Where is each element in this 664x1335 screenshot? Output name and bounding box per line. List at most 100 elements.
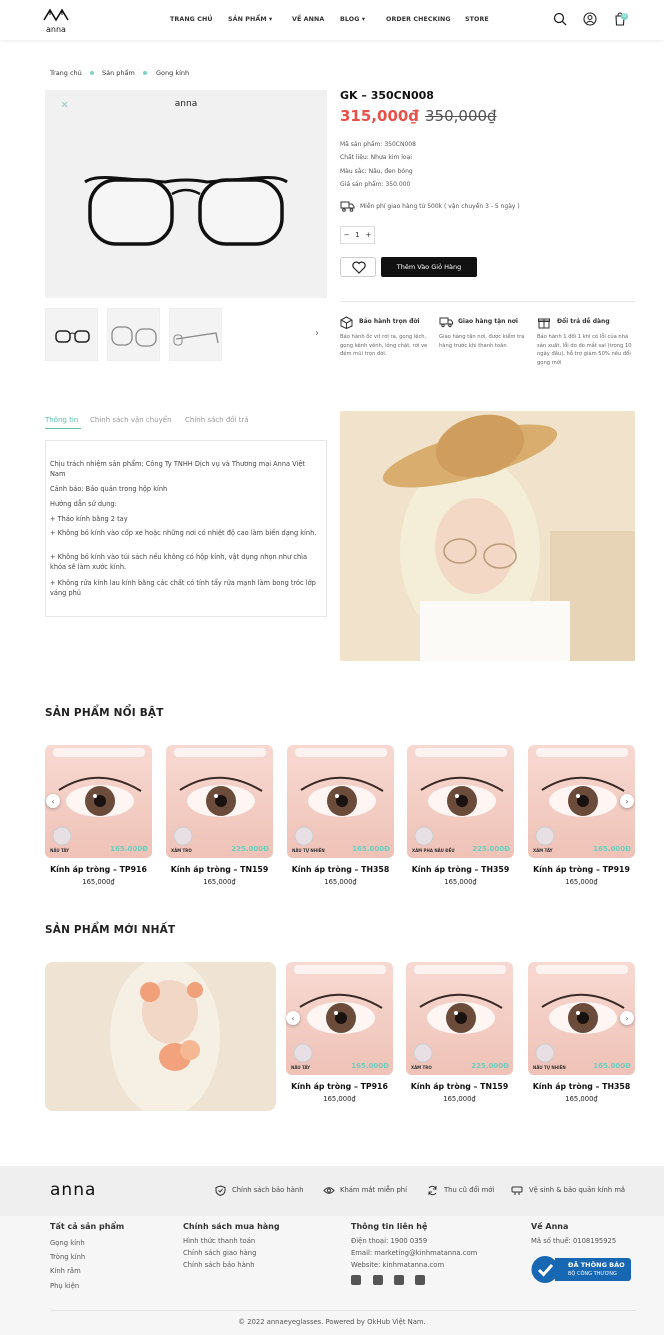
plus-button[interactable]: +: [365, 231, 371, 239]
footer-link-lenses[interactable]: Tròng kính: [50, 1253, 85, 1261]
footer-email[interactable]: Email: marketing@kinhmatanna.com: [351, 1249, 477, 1257]
quantity-stepper[interactable]: − 1 +: [340, 226, 375, 244]
carousel-next-button[interactable]: ›: [620, 794, 634, 808]
carousel-prev-button[interactable]: ‹: [46, 794, 60, 808]
chevron-left-icon: ‹: [51, 796, 55, 806]
carousel-prev-button[interactable]: ‹: [286, 1011, 300, 1025]
product-name[interactable]: Kính áp tròng – TH358: [287, 865, 394, 874]
wishlist-button[interactable]: [340, 257, 376, 277]
product-main-image[interactable]: anna: [45, 90, 327, 298]
product-price: 165,000₫: [565, 1095, 598, 1103]
product-name[interactable]: Kính áp tròng – TP916: [286, 1082, 393, 1091]
tiktok-icon[interactable]: [415, 1275, 425, 1285]
footer-link-accessories[interactable]: Phụ kiện: [50, 1282, 79, 1290]
feature-title: Bảo hành trọn đời: [359, 318, 420, 325]
footer-policy-eye-exam[interactable]: Khám mắt miễn phí: [340, 1186, 407, 1194]
lens-tag: XÁM TÂY: [533, 848, 553, 853]
user-icon[interactable]: [583, 12, 597, 26]
shop-icon[interactable]: [394, 1275, 404, 1285]
footer-link-payment[interactable]: Hình thức thanh toán: [183, 1237, 255, 1245]
footer-website[interactable]: Website: kinhmatanna.com: [351, 1261, 444, 1269]
quantity-value[interactable]: 1: [355, 231, 359, 239]
truck-icon: [340, 201, 355, 212]
gift-icon: [538, 318, 550, 329]
product-price: 165,000₫: [444, 878, 477, 886]
tab-return-policy[interactable]: Chính sách đổi trả: [185, 416, 249, 424]
image-price: 165.000Đ: [593, 1062, 631, 1070]
product-name[interactable]: Kính áp tròng – TH359: [407, 865, 514, 874]
product-name[interactable]: Kính áp tròng – TP916: [45, 865, 152, 874]
minus-button[interactable]: −: [344, 231, 350, 239]
product-card-image[interactable]: NÂU TỰ NHIÊN 165.000Đ: [528, 962, 635, 1075]
facebook-icon[interactable]: [351, 1275, 361, 1285]
footer-phone[interactable]: Điện thoại: 1900 0359: [351, 1237, 427, 1245]
product-name[interactable]: Kính áp tròng – TH358: [528, 1082, 635, 1091]
anna-logo[interactable]: anna: [40, 6, 72, 34]
badge-main-text: ĐÃ THÔNG BÁO: [568, 1261, 625, 1269]
chevron-right-icon[interactable]: ›: [315, 328, 319, 339]
footer-link-frames[interactable]: Gọng kính: [50, 1239, 85, 1247]
promo-banner[interactable]: [45, 962, 276, 1111]
thumbnail-1[interactable]: [45, 308, 98, 361]
product-card-image[interactable]: XÁM PHA NÂU ĐỀU 225.000Đ: [407, 745, 514, 858]
chevron-right-icon: ›: [625, 796, 629, 806]
lens-tag: XÁM TRO: [411, 1065, 432, 1070]
spec-material: Chất liệu: Nhựa kim loại: [340, 154, 412, 161]
search-icon[interactable]: [553, 12, 567, 26]
footer-col-about-title: Về Anna: [531, 1222, 569, 1231]
product-card-image[interactable]: XÁM TRO 225.000Đ: [406, 962, 513, 1075]
footer-link-delivery[interactable]: Chính sách giao hàng: [183, 1249, 256, 1257]
nav-blog-label: BLOG: [340, 16, 360, 23]
truck-icon: [439, 317, 453, 328]
image-price: 165.000Đ: [352, 845, 390, 853]
site-header: anna TRANG CHỦ SẢN PHẨM ▾ VỀ ANNA BLOG ▾…: [0, 0, 664, 40]
newest-section-title: SẢN PHẨM MỚI NHẤT: [45, 924, 176, 936]
shipping-note: Miễn phí giao hàng từ 500k ( vận chuyển …: [360, 203, 520, 210]
add-to-cart-button[interactable]: Thêm Vào Giỏ Hàng: [381, 257, 477, 277]
info-line: + Không rửa kính lau kính bằng các chất …: [50, 579, 316, 597]
contact-lens-photo: [52, 748, 145, 846]
info-line: Hướng dẫn sử dụng:: [50, 500, 117, 508]
spec-sku: Mã sản phẩm: 350CN008: [340, 141, 416, 148]
info-line: + Tháo kính bằng 2 tay: [50, 515, 128, 523]
product-card-image[interactable]: NÂU TÂY 165.000Đ: [45, 745, 152, 858]
thumbnail-2[interactable]: [107, 308, 160, 361]
feature-desc: Giao hàng tận nơi, được kiểm tra hàng tr…: [439, 334, 525, 349]
image-price: 165.000Đ: [593, 845, 631, 853]
nav-products[interactable]: SẢN PHẨM ▾: [228, 16, 272, 23]
tab-shipping-policy[interactable]: Chính sách vận chuyển: [90, 416, 172, 424]
product-card-image[interactable]: NÂU TỰ NHIÊN 165.000Đ: [287, 745, 394, 858]
footer-link-warranty[interactable]: Chính sách bảo hành: [183, 1261, 255, 1269]
footer-policy-warranty[interactable]: Chính sách bảo hành: [232, 1186, 304, 1194]
carousel-next-button[interactable]: ›: [620, 1011, 634, 1025]
nav-order-checking[interactable]: ORDER CHECKING: [386, 16, 451, 23]
product-name[interactable]: Kính áp tròng – TP919: [528, 865, 635, 874]
nav-store[interactable]: STORE: [465, 16, 489, 23]
nav-about[interactable]: VỀ ANNA: [292, 16, 324, 23]
product-name[interactable]: Kính áp tròng – TN159: [406, 1082, 513, 1091]
footer-policy-cleaning[interactable]: Vệ sinh & bảo quản kính mắ: [529, 1186, 625, 1194]
footer-policy-trade-in[interactable]: Thu cũ đổi mới: [444, 1186, 494, 1194]
product-card-image[interactable]: XÁM TRO 225.000Đ: [166, 745, 273, 858]
nav-blog[interactable]: BLOG ▾: [340, 16, 365, 23]
moit-registered-badge[interactable]: ĐÃ THÔNG BÁO BỘ CÔNG THƯƠNG: [531, 1255, 631, 1284]
product-name[interactable]: Kính áp tròng – TN159: [166, 865, 273, 874]
contact-lens-photo: [414, 748, 507, 846]
spec-color: Màu sắc: Nâu, đen bóng: [340, 168, 413, 175]
chevron-right-icon: ›: [625, 1013, 629, 1023]
copyright: © 2022 annaeyeglasses. Powered by OkHub …: [238, 1318, 426, 1326]
image-price: 225.000Đ: [231, 845, 269, 853]
contact-lens-photo: [293, 965, 386, 1063]
breadcrumb-home[interactable]: Trang chủ: [50, 69, 82, 77]
instagram-icon[interactable]: [373, 1275, 383, 1285]
footer-link-sunglasses[interactable]: Kính râm: [50, 1267, 81, 1275]
product-card-image[interactable]: NÂU TÂY 165.000Đ: [286, 962, 393, 1075]
glasses-case-icon: [511, 1186, 523, 1195]
tab-info[interactable]: Thông tin: [45, 416, 78, 424]
thumbnail-3[interactable]: [169, 308, 222, 361]
nav-home[interactable]: TRANG CHỦ: [170, 16, 213, 23]
footer-logo[interactable]: anna: [50, 1180, 96, 1200]
breadcrumb-products[interactable]: Sản phẩm: [102, 69, 135, 77]
eye-icon: [323, 1187, 335, 1194]
product-card-image[interactable]: XÁM TÂY 165.000Đ: [528, 745, 635, 858]
